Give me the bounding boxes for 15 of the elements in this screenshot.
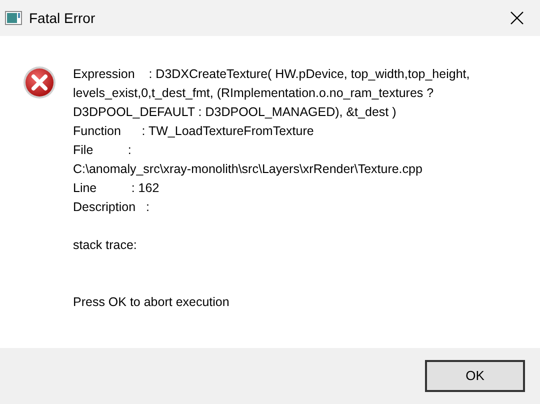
message-line: Description : [73, 199, 150, 216]
app-icon [5, 11, 22, 25]
window-title: Fatal Error [29, 8, 96, 28]
error-icon [23, 66, 56, 99]
message-line: Expression : D3DXCreateTexture( HW.pDevice, top_width,top_height, [73, 66, 470, 83]
message-line: Function : TW_LoadTextureFromTexture [73, 123, 315, 140]
message-line: Line : 162 [73, 180, 160, 197]
message-line: File : [73, 142, 132, 159]
message-line: Press OK to abort execution [73, 294, 230, 311]
ok-button[interactable]: OK [425, 360, 525, 392]
close-icon [510, 11, 524, 25]
message-line: C:\anomaly_src\xray-monolith\src\Layers\xrRender\Texture.cpp [73, 161, 424, 178]
message-line: D3DPOOL_DEFAULT : D3DPOOL_MANAGED), &t_dest ) [73, 104, 398, 121]
message-line: levels_exist,0,t_dest_fmt, (RImplementation.o.no_ram_textures ? [73, 85, 435, 102]
message-line: stack trace: [73, 237, 138, 254]
